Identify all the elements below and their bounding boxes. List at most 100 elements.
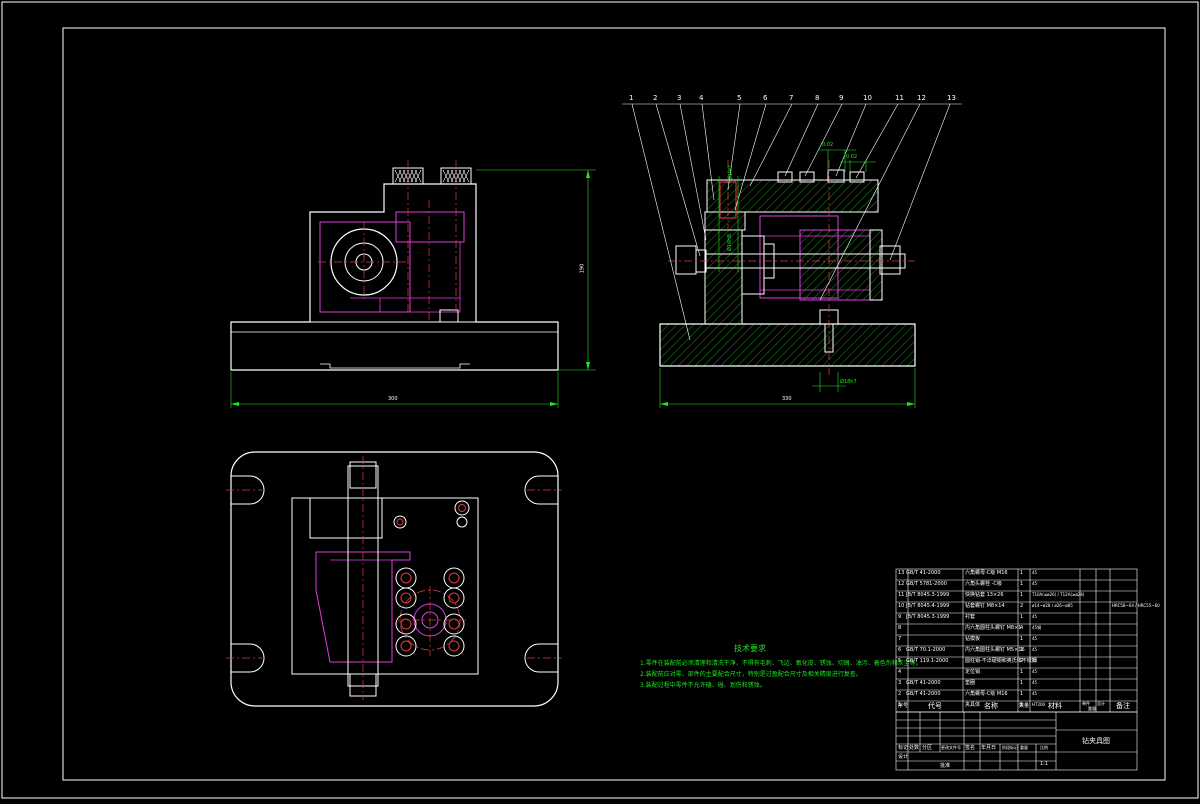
balloon-12: 12: [917, 94, 926, 102]
bom-cell-mat: 45: [1032, 581, 1038, 586]
bom-cell-name: 内六角圆柱头螺钉 M8×1: [965, 625, 1022, 631]
bom-cell-mat: 45: [1032, 570, 1038, 575]
bom-cell-qty: 1: [1020, 647, 1024, 653]
bom-header-qty: 数量: [1019, 703, 1030, 709]
side-top-dim-a: 0.02: [822, 142, 834, 148]
bom-cell-code: GB/T 41-2000: [906, 680, 941, 686]
bom-cell-no: 4: [898, 669, 902, 675]
bom-header-weight: 重量: [1088, 706, 1096, 711]
bom-cell-name: 衬套: [965, 614, 976, 620]
bom-cell-mat: T10A(≤ø26) / T12A(≥ø26): [1032, 592, 1085, 597]
bom-cell-mat: 45钢: [1032, 625, 1042, 630]
bom-cell-mat: 45: [1032, 669, 1038, 674]
bom-row: 5 GB/T 119.1-2000 圆柱销-不淬硬钢和奥氏体不锈钢 2 35: [896, 657, 1137, 668]
tb-scale-label: 比例: [1040, 745, 1048, 750]
balloon-6: 6: [763, 94, 768, 102]
bom-row: 9 JB/T 8045.3-1999 衬套 1 45: [896, 613, 1137, 624]
bom-cell-no: 8: [898, 625, 902, 631]
bom-cell-qty: 2: [1020, 603, 1024, 609]
bom-cell-code: GB/T 70.1-2000: [906, 647, 946, 653]
bom-cell-qty: 1: [1020, 691, 1024, 697]
bom-cell-no: 12: [898, 581, 905, 587]
bom-cell-no: 7: [898, 636, 902, 642]
side-view: [622, 103, 962, 408]
side-bore-dim: Ø16H8: [727, 233, 734, 252]
tech-req-title: 技术要求: [734, 644, 766, 653]
bom-cell-name: 垫圈: [965, 680, 976, 686]
bom-cell-mat: 45: [1032, 647, 1038, 652]
bom-cell-code: GB/T 41-2000: [906, 691, 941, 697]
front-height-dim: 190: [579, 263, 586, 274]
bom-header-code: 代号: [928, 702, 942, 710]
balloon-8: 8: [815, 94, 820, 102]
tb-label-count: 处数: [909, 745, 920, 751]
bom-cell-mat: ø14~ø28 / ø26~ø85: [1032, 603, 1073, 608]
tb-label-date: 年月日: [981, 745, 997, 751]
bom-cell-code: GB/T 119.1-2000: [906, 658, 949, 664]
bom-row: 6 GB/T 70.1-2000 内六角圆柱头螺钉 M5×16 1 45: [896, 646, 1137, 657]
tech-req-line-3: 3.装配过程中零件不允许磕、碰、划伤和锈蚀。: [640, 682, 766, 689]
balloon-9: 9: [839, 94, 844, 102]
tb-label-mark: 标记: [898, 745, 909, 751]
bom-row: 12 GB/T 5781-2000 六角头螺栓 -C级 1 45: [896, 580, 1137, 591]
bom-cell-qty: 1: [1020, 680, 1024, 686]
bom-row: 13 GB/T 41-2000 六角螺母-C级 M16 1 45: [896, 569, 1137, 580]
bom-cell-no: 3: [898, 680, 902, 686]
bom-cell-name: 内六角圆柱头螺钉 M5×16: [965, 647, 1025, 653]
bom-cell-mat: HT200: [1032, 702, 1046, 707]
tb-label-sign: 签名: [965, 745, 976, 751]
tb-design: 设计: [898, 754, 909, 760]
tb-weight: 重量: [1020, 745, 1028, 750]
top-view: [226, 451, 562, 707]
bom-cell-code: GB/T 41-2000: [906, 570, 941, 576]
bom-header-total: 总计: [1097, 701, 1105, 706]
bom-cell-no: 10: [898, 603, 905, 609]
bom-cell-no: 13: [898, 570, 905, 576]
bom-cell-qty: 2: [1020, 658, 1024, 664]
bom-cell-qty: 1: [1020, 636, 1024, 642]
bom-table: 13 GB/T 41-2000 六角螺母-C级 M16 1 45 12 GB/T 5781-…: [896, 569, 1160, 708]
bom-cell-qty: 1: [1020, 581, 1024, 587]
bom-row: 10 JB/T 8045.4-1999 钻套螺钉 M8×14 2 ø14~ø28 / ø…: [896, 602, 1160, 613]
bom-cell-no: 9: [898, 614, 902, 620]
bom-cell-name: 夹具体: [965, 702, 981, 708]
bom-cell-name: 六角螺母-C级 M16: [965, 570, 1008, 576]
tech-req-line-2: 2.装配前应对零、部件的主要配合尺寸，特别是过盈配合尺寸及相关精度进行复查。: [640, 671, 862, 678]
bom-cell-code: JB/T 8045.4-1999: [906, 603, 950, 609]
bom-cell-mat: 35: [1032, 658, 1038, 663]
balloon-11: 11: [895, 94, 904, 102]
balloon-7: 7: [789, 94, 794, 102]
bom-cell-mat: 45: [1032, 680, 1038, 685]
balloon-3: 3: [677, 94, 682, 102]
bom-cell-qty: 1: [1020, 614, 1024, 620]
bom-cell-code: GB/T 5781-2000: [906, 581, 947, 587]
tb-label-zone: 分区: [922, 745, 933, 751]
bom-cell-name: 快换钻套 13×26: [965, 592, 1004, 598]
balloon-5: 5: [737, 94, 742, 102]
bom-cell-code: JB/T 8045.3-1999: [906, 614, 950, 620]
drawing-scale: 1:1: [1040, 761, 1049, 767]
bom-cell-name: 圆柱销-不淬硬钢和奥氏体不锈钢: [965, 658, 1037, 664]
bom-cell-name: 六角螺母-C级 M16: [965, 691, 1008, 697]
bom-cell-mat: 45: [1032, 691, 1038, 696]
balloon-2: 2: [653, 94, 658, 102]
bom-cell-code: JB/T 8045.3-1999: [906, 592, 950, 598]
bom-row: 3 GB/T 41-2000 垫圈 1 45: [896, 679, 1137, 690]
tech-req-line-1: 1.零件在装配前必须清理和清洗干净，不得有毛刺、飞边、氧化皮、锈蚀、切屑、油污、…: [640, 660, 922, 667]
bom-cell-name: 钻模板: [965, 636, 981, 642]
bom-cell-no: 6: [898, 647, 902, 653]
drawing-sheet: 1 2 3 4 5 6 7 8 9 10 11 12 13 300 190 330 0.02 0.02 …: [0, 0, 1200, 800]
side-top-dim-b: 0.02: [846, 154, 858, 160]
bom-header-name: 名称: [984, 702, 998, 710]
front-width-dim: 300: [388, 396, 398, 402]
bom-cell-note: HRC58~64 / HRC55~60: [1112, 603, 1160, 608]
bom-cell-qty: 1: [1020, 570, 1024, 576]
bom-row: 2 GB/T 41-2000 六角螺母-C级 M16 1 45: [896, 690, 1137, 701]
bom-header-mat: 材料: [1048, 702, 1062, 710]
bom-cell-no: 11: [898, 592, 905, 598]
balloon-10: 10: [863, 94, 872, 102]
bom-row: 4 定位销 1 45: [896, 668, 1137, 679]
side-fit-dim: Ø18h7: [840, 379, 857, 385]
bom-header-note: 备注: [1116, 702, 1130, 710]
bom-header-no: 序号: [898, 703, 909, 709]
